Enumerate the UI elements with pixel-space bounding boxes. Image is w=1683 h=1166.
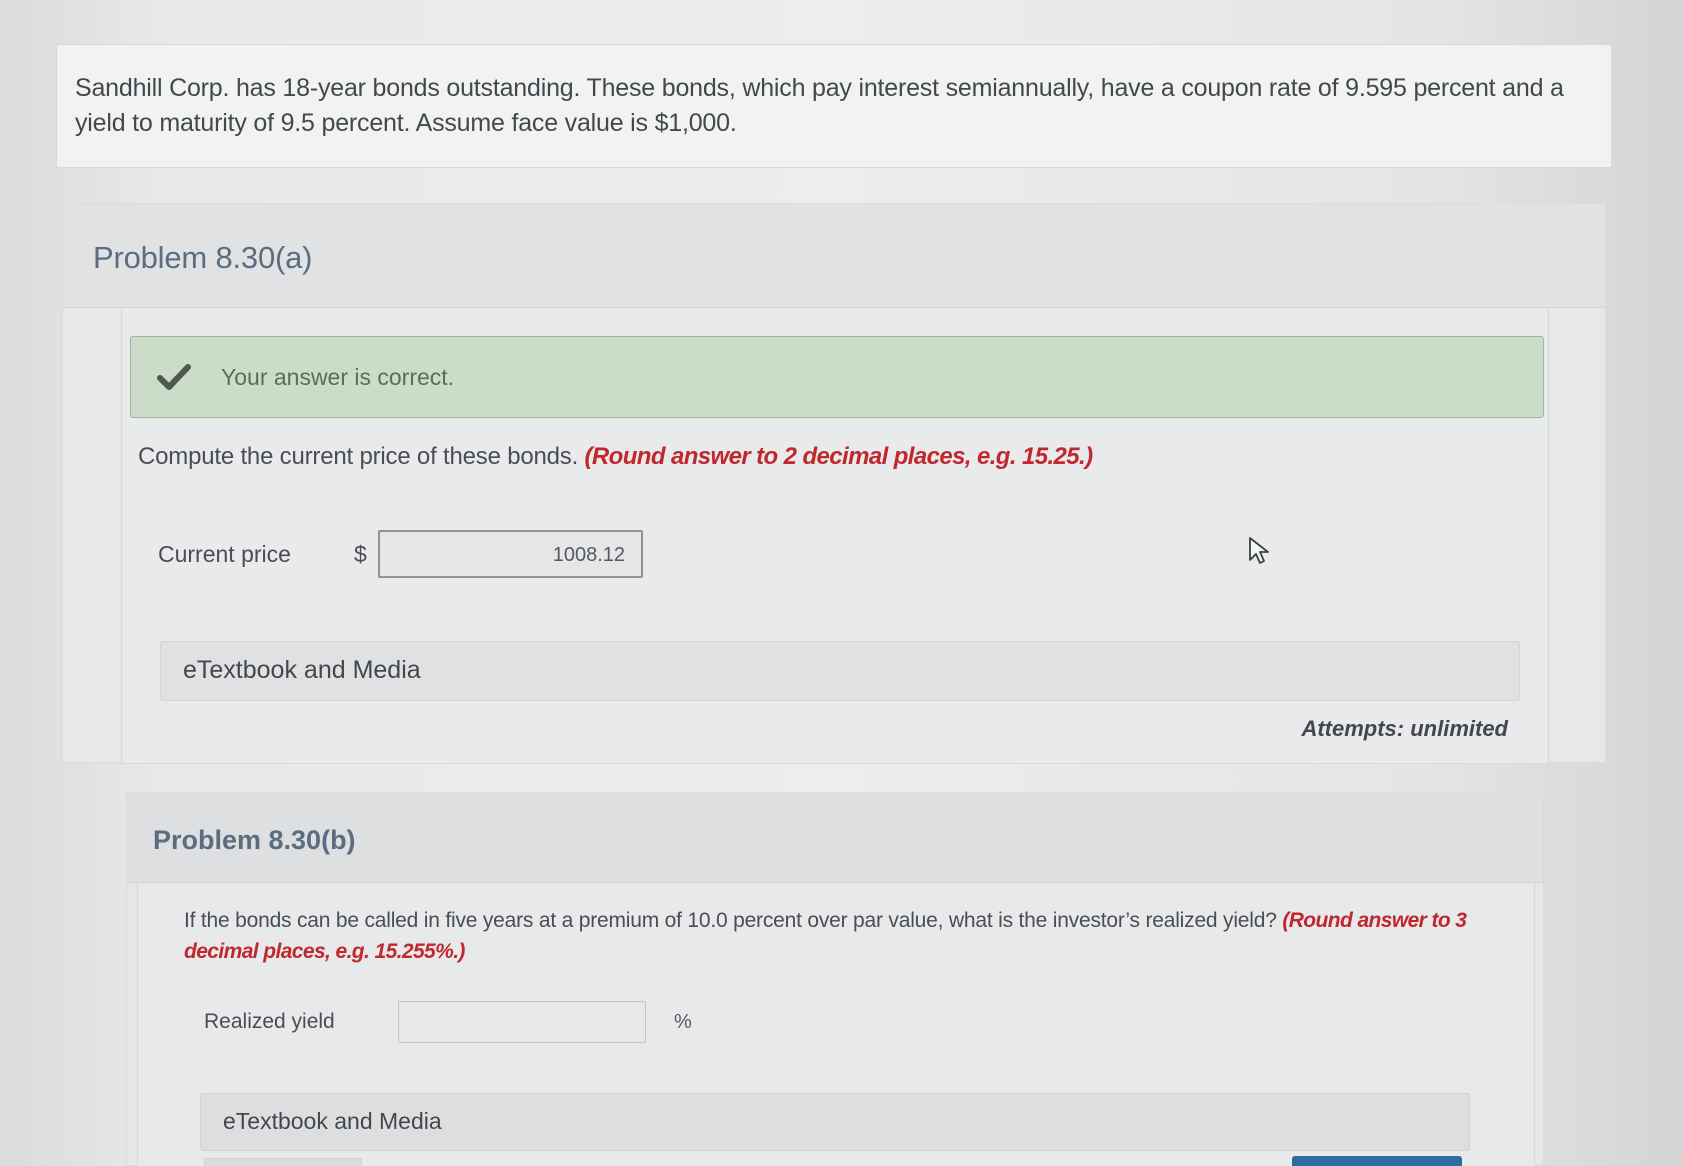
current-price-input[interactable]: 1008.12 [378,530,643,578]
assignment-page: Sandhill Corp. has 18-year bonds outstan… [0,0,1683,1166]
etextbook-media-toggle-a[interactable]: eTextbook and Media [160,641,1520,701]
realized-yield-label: Realized yield [204,1010,335,1033]
percent-unit: % [674,1010,692,1033]
part-a-title: Problem 8.30(a) [93,240,313,275]
rounding-hint: (Round answer to 2 decimal places, e.g. … [584,443,1094,470]
question-text: Sandhill Corp. has 18-year bonds outstan… [75,74,1564,137]
problem-part-b: Problem 8.30(b) If the bonds can be call… [126,792,1544,1166]
part-a-instruction: Compute the current price of these bonds… [138,443,1093,471]
correct-answer-banner: Your answer is correct. [130,336,1544,418]
submit-answer-button[interactable] [1292,1156,1462,1166]
part-a-header: Problem 8.30(a) [63,204,1605,308]
etextbook-media-toggle-b[interactable]: eTextbook and Media [200,1093,1470,1151]
part-b-body: If the bonds can be called in five years… [137,883,1535,1166]
realized-yield-input[interactable] [398,1001,646,1043]
part-b-header: Problem 8.30(b) [127,793,1543,883]
current-price-row: Current price $ 1008.12 [158,530,643,578]
part-b-instruction: If the bonds can be called in five years… [184,905,1504,967]
part-b-title: Problem 8.30(b) [153,825,356,855]
current-price-label: Current price [158,540,291,567]
currency-symbol: $ [354,540,367,567]
part-a-body: Your answer is correct. Compute the curr… [121,308,1549,764]
attempts-counter: Attempts: unlimited [1301,716,1508,741]
instruction-text: Compute the current price of these bonds… [138,443,579,470]
question-card: Sandhill Corp. has 18-year bonds outstan… [56,44,1612,168]
problem-part-a: Problem 8.30(a) Your answer is correct. … [62,203,1606,764]
check-icon [157,362,191,392]
correct-message: Your answer is correct. [221,363,455,390]
realized-yield-row: Realized yield % [204,1001,692,1043]
instruction-text: If the bonds can be called in five years… [184,909,1277,932]
partial-tab [204,1158,362,1166]
mouse-pointer-icon [1247,536,1271,566]
